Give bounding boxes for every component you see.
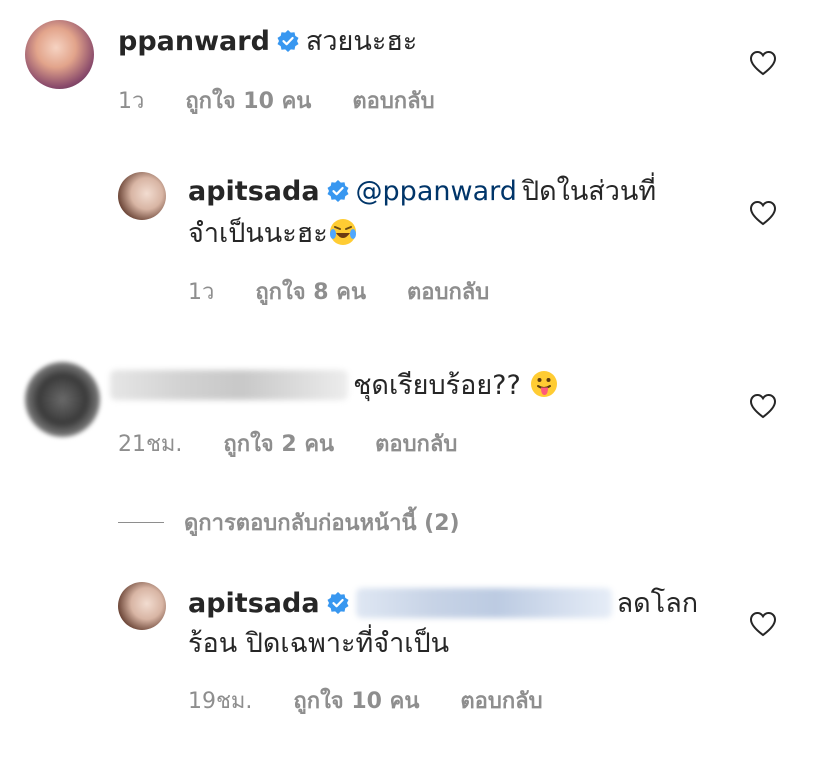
comment-meta: 1ว ถูกใจ 10 คน ตอบกลับ [118, 83, 469, 118]
avatar[interactable] [25, 362, 100, 437]
comment-time: 21ชม. [118, 432, 183, 457]
comment-likes[interactable]: ถูกใจ 10 คน [185, 89, 311, 114]
avatar[interactable] [118, 172, 166, 220]
comment-username[interactable]: apitsada [188, 588, 320, 619]
comment-text: ลดโลก [616, 588, 699, 619]
verified-badge-icon [327, 592, 349, 614]
heart-icon[interactable] [749, 200, 777, 226]
comment-text-line2: จำเป็นนะฮะ [188, 218, 328, 249]
heart-icon[interactable] [749, 611, 777, 637]
mention-link[interactable]: @ppanward [356, 176, 517, 207]
heart-icon[interactable] [749, 50, 777, 76]
comment-meta: 21ชม. ถูกใจ 2 คน ตอบกลับ [118, 426, 491, 461]
comment-username[interactable]: apitsada [188, 176, 320, 207]
comment-username[interactable]: ppanward [118, 26, 270, 57]
comment-likes[interactable]: ถูกใจ 10 คน [293, 689, 419, 714]
blurred-mention[interactable] [355, 588, 612, 618]
reply-button[interactable]: ตอบกลับ [352, 89, 434, 114]
comment-time: 1ว [188, 280, 215, 305]
avatar[interactable] [25, 20, 94, 89]
reply-button[interactable]: ตอบกลับ [375, 432, 457, 457]
comment-likes[interactable]: ถูกใจ 2 คน [223, 432, 334, 457]
comment-text: ปิดในส่วนที่ [521, 176, 657, 207]
view-replies-label: ดูการตอบกลับก่อนหน้านี้ (2) [184, 511, 460, 536]
comment-text: ชุดเรียบร้อย?? [353, 370, 530, 401]
comment-text: สวยนะฮะ [305, 26, 418, 57]
laughing-emoji-icon [329, 219, 356, 245]
comment-time: 1ว [118, 89, 145, 114]
blurred-username[interactable] [110, 370, 348, 400]
view-previous-replies-button[interactable]: ดูการตอบกลับก่อนหน้านี้ (2) [118, 505, 460, 540]
avatar[interactable] [118, 582, 166, 630]
comment-text-line2: ร้อน ปิดเฉพาะที่จำเป็น [188, 628, 450, 659]
verified-badge-icon [277, 30, 299, 52]
verified-badge-icon [327, 180, 349, 202]
reply-button[interactable]: ตอบกลับ [407, 280, 489, 305]
divider-line [118, 522, 164, 523]
reply-button[interactable]: ตอบกลับ [460, 689, 542, 714]
heart-icon[interactable] [749, 393, 777, 419]
comment-time: 19ชม. [188, 689, 253, 714]
comment-likes[interactable]: ถูกใจ 8 คน [255, 280, 366, 305]
tongue-emoji-icon [531, 371, 558, 397]
comment-meta: 1ว ถูกใจ 8 คน ตอบกลับ [188, 274, 523, 309]
comment-meta: 19ชม. ถูกใจ 10 คน ตอบกลับ [188, 683, 577, 718]
